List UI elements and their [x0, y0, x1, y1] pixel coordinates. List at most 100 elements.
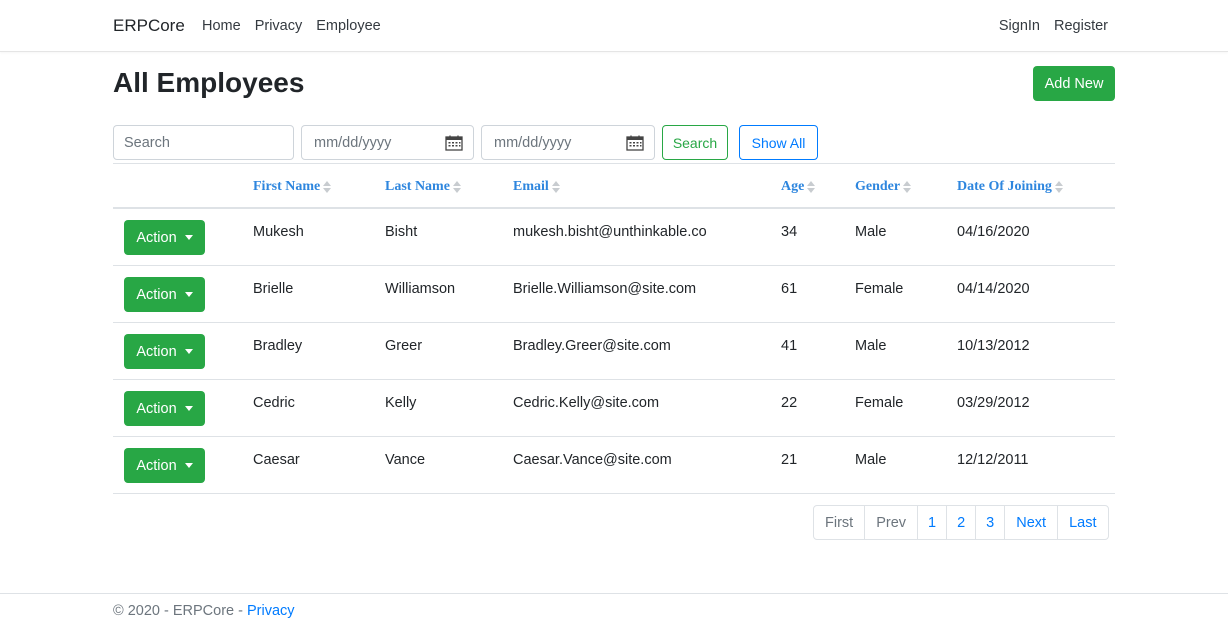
- cell-date-of-joining: 03/29/2012: [957, 395, 1030, 411]
- caret-down-icon: [184, 463, 193, 468]
- cell-last-name: Bisht: [385, 224, 418, 240]
- cell-gender: Male: [855, 224, 887, 240]
- cell-email: Caesar.Vance@site.com: [513, 452, 672, 468]
- cell-first-name: Cedric: [253, 395, 295, 411]
- cell-age: 61: [781, 281, 798, 297]
- pagination-next[interactable]: Next: [1005, 506, 1059, 539]
- cell-gender: Male: [855, 452, 887, 468]
- navbar: ERPCore Home Privacy Employee SignIn Reg…: [0, 0, 1228, 52]
- pagination-page-2[interactable]: 2: [947, 506, 977, 539]
- calendar-icon[interactable]: [445, 135, 463, 151]
- table-row: Action Brielle Williamson Brielle.Willia…: [113, 266, 1115, 323]
- table-row: Action Bradley Greer Bradley.Greer@site.…: [113, 323, 1115, 380]
- column-header-last-name[interactable]: Last Name: [385, 179, 461, 195]
- copyright-text: © 2020 - ERPCore -: [113, 603, 247, 619]
- sort-icon: [551, 181, 560, 193]
- table-row: Action Mukesh Bisht mukesh.bisht@unthink…: [113, 209, 1115, 266]
- action-dropdown-button[interactable]: Action: [124, 277, 205, 312]
- cell-age: 21: [781, 452, 798, 468]
- column-header-label: Age: [781, 179, 805, 194]
- column-header-label: Email: [513, 179, 549, 194]
- cell-age: 41: [781, 338, 798, 354]
- caret-down-icon: [184, 235, 193, 240]
- sort-icon: [1054, 181, 1063, 193]
- nav-link-employee[interactable]: Employee: [316, 18, 380, 34]
- pagination-prev[interactable]: Prev: [865, 506, 919, 539]
- sort-icon: [807, 181, 816, 193]
- cell-first-name: Caesar: [253, 452, 300, 468]
- employees-table: First Name Last Name Email Age Gender Da…: [113, 163, 1115, 494]
- cell-first-name: Mukesh: [253, 224, 304, 240]
- action-dropdown-button[interactable]: Action: [124, 391, 205, 426]
- cell-last-name: Vance: [385, 452, 426, 468]
- column-header-age[interactable]: Age: [781, 179, 816, 195]
- action-label: Action: [136, 286, 177, 303]
- nav-link-privacy[interactable]: Privacy: [255, 18, 303, 34]
- action-label: Action: [136, 400, 177, 417]
- cell-age: 34: [781, 224, 798, 240]
- pagination-last[interactable]: Last: [1058, 506, 1107, 539]
- column-header-label: Date Of Joining: [957, 179, 1052, 194]
- action-dropdown-button[interactable]: Action: [124, 448, 205, 483]
- caret-down-icon: [184, 406, 193, 411]
- pagination: First Prev 1 2 3 Next Last: [813, 505, 1109, 540]
- nav-auth-links: SignIn Register: [999, 18, 1108, 34]
- cell-date-of-joining: 04/14/2020: [957, 281, 1030, 297]
- cell-date-of-joining: 04/16/2020: [957, 224, 1030, 240]
- brand-logo[interactable]: ERPCore: [113, 16, 185, 36]
- footer-privacy-link[interactable]: Privacy: [247, 603, 295, 619]
- column-header-label: First Name: [253, 179, 321, 194]
- column-header-label: Last Name: [385, 179, 450, 194]
- cell-age: 22: [781, 395, 798, 411]
- cell-date-of-joining: 10/13/2012: [957, 338, 1030, 354]
- page-title: All Employees: [113, 67, 305, 98]
- cell-gender: Female: [855, 281, 904, 297]
- add-new-button[interactable]: Add New: [1033, 66, 1115, 101]
- table-header: First Name Last Name Email Age Gender Da…: [113, 163, 1115, 209]
- sort-icon: [452, 181, 461, 193]
- column-header-date-of-joining[interactable]: Date Of Joining: [957, 179, 1063, 195]
- sort-icon: [323, 181, 332, 193]
- cell-email: mukesh.bisht@unthinkable.co: [513, 224, 707, 240]
- caret-down-icon: [184, 349, 193, 354]
- cell-gender: Female: [855, 395, 904, 411]
- footer-text: © 2020 - ERPCore - Privacy: [113, 603, 295, 619]
- cell-last-name: Kelly: [385, 395, 417, 411]
- table-row: Action Cedric Kelly Cedric.Kelly@site.co…: [113, 380, 1115, 437]
- action-dropdown-button[interactable]: Action: [124, 334, 205, 369]
- action-label: Action: [136, 457, 177, 474]
- caret-down-icon: [184, 292, 193, 297]
- cell-first-name: Brielle: [253, 281, 294, 297]
- pagination-page-1[interactable]: 1: [918, 506, 948, 539]
- cell-last-name: Williamson: [385, 281, 456, 297]
- pagination-first[interactable]: First: [814, 506, 866, 539]
- nav-link-signin[interactable]: SignIn: [999, 18, 1040, 34]
- column-header-first-name[interactable]: First Name: [253, 179, 332, 195]
- footer: © 2020 - ERPCore - Privacy: [0, 593, 1228, 628]
- cell-last-name: Greer: [385, 338, 423, 354]
- date-to-placeholder: mm/dd/yyyy: [494, 134, 572, 151]
- date-to-input[interactable]: mm/dd/yyyy: [481, 125, 655, 160]
- cell-date-of-joining: 12/12/2011: [957, 452, 1029, 468]
- table-row: Action Caesar Vance Caesar.Vance@site.co…: [113, 437, 1115, 494]
- date-from-placeholder: mm/dd/yyyy: [314, 134, 392, 151]
- date-from-input[interactable]: mm/dd/yyyy: [301, 125, 474, 160]
- cell-first-name: Bradley: [253, 338, 303, 354]
- column-header-label: Gender: [855, 179, 901, 194]
- column-header-email[interactable]: Email: [513, 179, 560, 195]
- action-label: Action: [136, 229, 177, 246]
- nav-link-register[interactable]: Register: [1054, 18, 1108, 34]
- action-label: Action: [136, 343, 177, 360]
- sort-icon: [903, 181, 912, 193]
- calendar-icon[interactable]: [626, 135, 644, 151]
- nav-link-home[interactable]: Home: [202, 18, 241, 34]
- search-input[interactable]: [113, 125, 294, 160]
- action-dropdown-button[interactable]: Action: [124, 220, 205, 255]
- show-all-button[interactable]: Show All: [739, 125, 818, 160]
- column-header-gender[interactable]: Gender: [855, 179, 912, 195]
- pagination-page-3[interactable]: 3: [976, 506, 1006, 539]
- cell-gender: Male: [855, 338, 887, 354]
- nav-links: Home Privacy Employee: [202, 18, 381, 34]
- search-button[interactable]: Search: [662, 125, 728, 160]
- cell-email: Cedric.Kelly@site.com: [513, 395, 660, 411]
